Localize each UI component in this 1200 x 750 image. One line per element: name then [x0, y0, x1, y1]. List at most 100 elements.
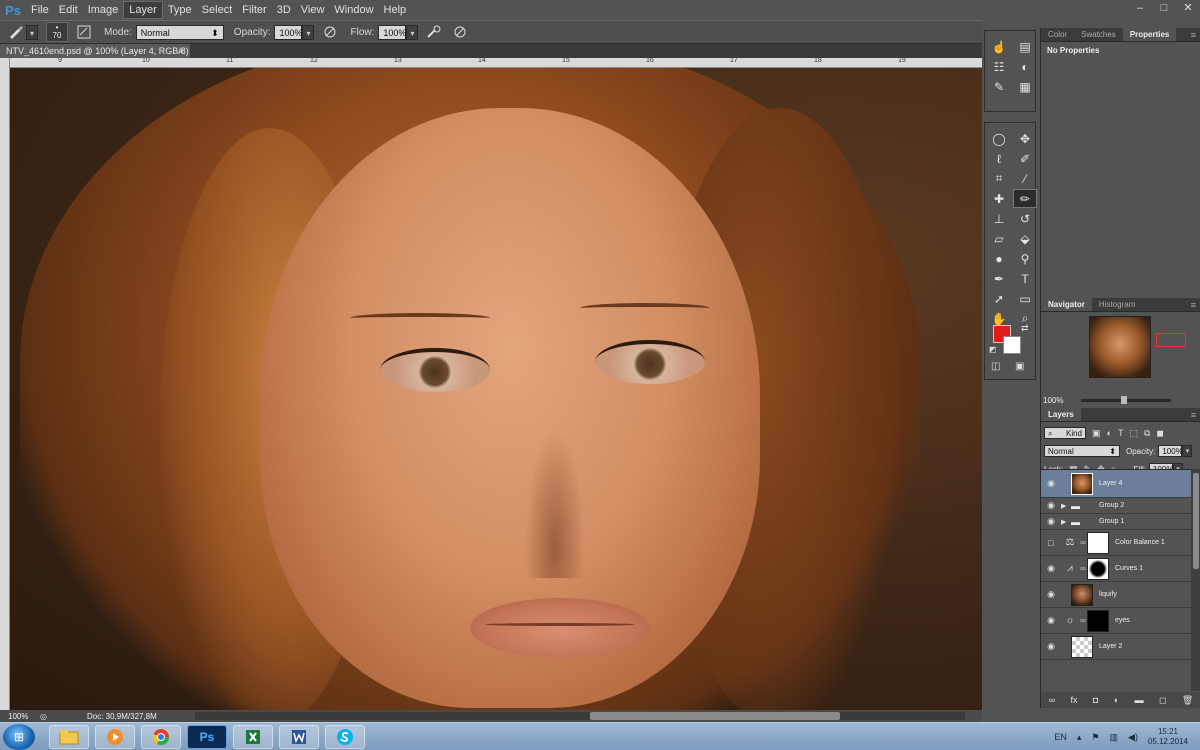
clone-stamp-tool-icon[interactable]: ⊥ [987, 209, 1011, 228]
opacity-field[interactable]: 100% [274, 24, 303, 40]
menu-layer[interactable]: Layer [123, 1, 163, 19]
close-tab-icon[interactable]: × [179, 44, 184, 58]
link-layers-icon[interactable]: ∞ [1049, 695, 1055, 705]
mode-select[interactable]: Normal ⬍ [135, 24, 224, 40]
navigator-zoom-value[interactable]: 100% [1043, 396, 1063, 405]
brush-preset-icon[interactable] [6, 23, 26, 41]
layer-opacity-dropdown[interactable]: ▾ [1182, 445, 1193, 457]
layer-row-curves[interactable]: ◉ ⩘ ∞ Curves 1 [1041, 556, 1191, 582]
blend-mode-select[interactable]: Normal ⬍ [1044, 445, 1120, 457]
pressure-opacity-icon[interactable] [320, 23, 340, 41]
visibility-eye-icon[interactable]: ◉ [1041, 500, 1061, 511]
paint-bucket-tool-icon[interactable]: ⬙ [1013, 229, 1037, 248]
clone-source-icon[interactable]: ▦ [1013, 77, 1037, 96]
layer-row-layer-2[interactable]: ◉ Layer 2 [1041, 634, 1191, 660]
horizontal-scroll-thumb[interactable] [590, 712, 840, 720]
move-tool-icon[interactable]: ✥ [1013, 129, 1037, 148]
excel-icon[interactable] [233, 724, 273, 749]
panel-menu-icon[interactable]: ≡ [1187, 298, 1200, 311]
layer-opacity-field[interactable]: 100% [1158, 445, 1183, 457]
tab-navigator[interactable]: Navigator [1041, 298, 1092, 311]
layer-row-liquify[interactable]: ◉ liquify [1041, 582, 1191, 608]
menu-filter[interactable]: Filter [237, 2, 271, 18]
document-info[interactable]: Doc: 30,9M/327,8M [87, 712, 157, 721]
screen-mode-icon[interactable]: ▣ [1015, 361, 1024, 372]
adjustments-icon[interactable]: ☷ [987, 57, 1011, 76]
pen-tool-icon[interactable]: ✒ [987, 269, 1011, 288]
close-button[interactable]: ✕ [1176, 0, 1200, 16]
filter-smart-object-icon[interactable]: ⧉ [1144, 428, 1150, 439]
layer-row-group-1[interactable]: ◉ ▶ ▬ Group 1 [1041, 514, 1191, 530]
tab-properties[interactable]: Properties [1122, 28, 1177, 41]
eraser-tool-icon[interactable]: ▱ [987, 229, 1011, 248]
volume-icon[interactable]: ◀) [1128, 732, 1138, 743]
menu-edit[interactable]: Edit [54, 2, 83, 18]
layer-row-eyes[interactable]: ◉ ☼ ∞ eyes [1041, 608, 1191, 634]
navigator-zoom-knob[interactable] [1121, 395, 1128, 404]
quick-mask-icon[interactable]: ◫ [991, 361, 1000, 372]
menu-window[interactable]: Window [329, 2, 378, 18]
visibility-eye-icon[interactable]: ◉ [1041, 563, 1061, 574]
expand-arrow-icon[interactable]: ▶ [1061, 518, 1071, 526]
background-color-swatch[interactable] [1003, 336, 1021, 354]
eyedropper-tool-icon[interactable]: ⁄ [1013, 169, 1037, 188]
layer-style-icon[interactable]: fx [1071, 695, 1078, 705]
layer-row-group-2[interactable]: ◉ ▶ ▬ Group 2 [1041, 498, 1191, 514]
menu-view[interactable]: View [296, 2, 330, 18]
new-layer-icon[interactable]: ◻ [1159, 695, 1166, 706]
filter-toggle-icon[interactable]: ◼ [1156, 428, 1163, 439]
lasso-tool-icon[interactable]: ℓ [987, 149, 1011, 168]
rectangle-tool-icon[interactable]: ▭ [1013, 289, 1037, 308]
filter-adjustment-icon[interactable]: ◐ [1107, 428, 1112, 438]
layer-comps-icon[interactable]: ▤ [1013, 37, 1037, 56]
media-player-icon[interactable] [95, 724, 135, 749]
menu-type[interactable]: Type [163, 2, 197, 18]
history-icon[interactable]: ☝ [987, 37, 1011, 56]
layers-scroll-thumb[interactable] [1193, 473, 1199, 569]
opacity-dropdown[interactable]: ▾ [302, 24, 315, 40]
tab-color[interactable]: Color [1041, 28, 1074, 41]
zoom-level[interactable]: 100% [0, 712, 40, 721]
brush-panel-icon[interactable] [74, 23, 94, 41]
brush-size-picker[interactable]: • 70 [46, 22, 68, 42]
start-button[interactable]: ⊞ [3, 723, 35, 750]
layer-filter-select[interactable]: ⌕ Kind [1044, 427, 1086, 439]
type-tool-icon[interactable]: T [1013, 269, 1037, 288]
network-icon[interactable]: ▥ [1110, 732, 1119, 743]
visibility-eye-icon[interactable]: ◉ [1041, 589, 1061, 600]
panel-menu-icon[interactable]: ≡ [1187, 408, 1200, 421]
document-tab[interactable]: NTV_4610end.psd @ 100% (Layer 4, RGB/8) … [0, 44, 190, 70]
layer-row-layer-4[interactable]: ◉ Layer 4 [1041, 470, 1191, 498]
healing-brush-tool-icon[interactable]: ✚ [987, 189, 1011, 208]
visibility-eye-icon[interactable]: ◉ [1041, 478, 1061, 489]
maximize-button[interactable]: □ [1152, 0, 1176, 16]
delete-layer-icon[interactable]: 🗑︎ [1182, 695, 1193, 706]
flag-icon[interactable]: ⚑ [1091, 732, 1099, 743]
path-select-tool-icon[interactable]: ➚ [987, 289, 1011, 308]
layers-scrollbar[interactable] [1191, 469, 1200, 691]
skype-icon[interactable] [325, 724, 365, 749]
horizontal-scrollbar[interactable] [195, 712, 965, 720]
status-options-icon[interactable]: ◎ [40, 712, 47, 721]
tray-arrow-icon[interactable]: ▴ [1077, 732, 1082, 743]
navigator-zoom-slider[interactable] [1081, 395, 1172, 404]
menu-help[interactable]: Help [379, 2, 412, 18]
default-colors-icon[interactable]: ◩ [989, 345, 997, 354]
history-brush-tool-icon[interactable]: ↺ [1013, 209, 1037, 228]
menu-select[interactable]: Select [197, 2, 238, 18]
language-indicator[interactable]: EN [1054, 732, 1067, 742]
styles-icon[interactable]: ◐ [1013, 57, 1037, 76]
brush-tool-icon[interactable]: ✏ [1013, 189, 1037, 208]
menu-file[interactable]: File [26, 2, 54, 18]
menu-image[interactable]: Image [83, 2, 124, 18]
airbrush-icon[interactable] [424, 23, 444, 41]
tab-histogram[interactable]: Histogram [1092, 298, 1142, 311]
tab-swatches[interactable]: Swatches [1074, 28, 1123, 41]
visibility-eye-icon[interactable]: ◉ [1041, 615, 1061, 626]
visibility-eye-icon[interactable]: ◉ [1041, 641, 1061, 652]
flow-field[interactable]: 100% [378, 24, 406, 40]
expand-arrow-icon[interactable]: ▶ [1061, 502, 1071, 510]
brush-presets-icon[interactable]: ✎ [987, 77, 1011, 96]
add-mask-icon[interactable]: ◘ [1093, 695, 1098, 705]
visibility-eye-icon[interactable]: ◉ [1041, 516, 1061, 527]
